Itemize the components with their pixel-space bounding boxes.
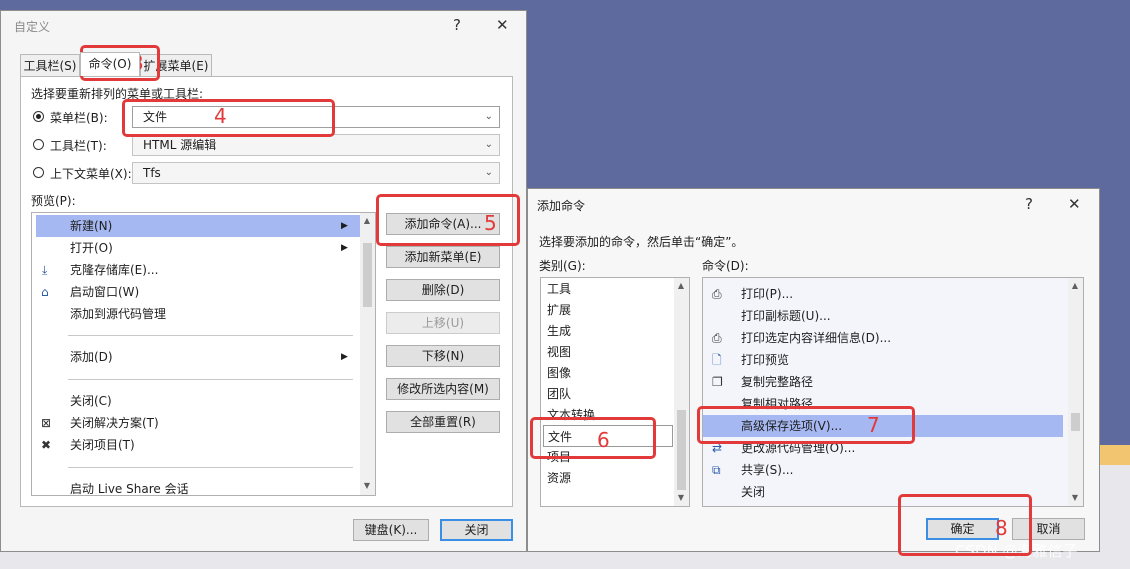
command-item-print-preview[interactable]: 🗋 打印预览 bbox=[703, 349, 1063, 371]
submenu-arrow-icon: ▶ bbox=[341, 243, 348, 253]
annotation-number-6: 6 bbox=[597, 428, 610, 452]
category-item[interactable]: 视图 bbox=[547, 341, 571, 363]
menu-separator bbox=[68, 467, 353, 468]
preview-scrollbar[interactable]: ▲ ▼ bbox=[360, 213, 375, 495]
move-down-button[interactable]: 下移(N) bbox=[386, 345, 500, 367]
clone-download-icon: ⤓ bbox=[42, 263, 48, 277]
command-item-copy-full-path[interactable]: ❐ 复制完整路径 bbox=[703, 371, 1063, 393]
menubar-radio[interactable] bbox=[33, 111, 44, 122]
context-menu-combo[interactable]: Tfs ⌄ bbox=[132, 162, 500, 184]
move-up-button[interactable]: 上移(U) bbox=[386, 312, 500, 334]
scroll-up-icon[interactable]: ▲ bbox=[362, 216, 372, 225]
chevron-down-icon: ⌄ bbox=[484, 139, 493, 150]
customize-dialog-title: 自定义 bbox=[14, 20, 51, 34]
annotation-number-8: 8 bbox=[995, 516, 1008, 540]
category-scrollbar[interactable]: ▲ ▼ bbox=[674, 278, 689, 506]
tab-toolbars[interactable]: 工具栏(S) bbox=[20, 54, 80, 76]
scroll-up-icon[interactable]: ▲ bbox=[676, 281, 686, 290]
toolbar-combo[interactable]: HTML 源编辑 ⌄ bbox=[132, 134, 500, 156]
submenu-arrow-icon: ▶ bbox=[341, 352, 348, 362]
category-item[interactable]: 图像 bbox=[547, 362, 571, 384]
preview-item-live-share[interactable]: 启动 Live Share 会话 bbox=[36, 478, 361, 495]
scrollbar-thumb[interactable] bbox=[677, 410, 686, 490]
preview-item-open[interactable]: 打开(O) ▶ bbox=[36, 237, 361, 259]
copy-path-icon: ❐ bbox=[712, 375, 723, 389]
preview-item-new[interactable]: 新建(N) ▶ bbox=[36, 215, 361, 237]
annotation-number-7: 7 bbox=[867, 413, 880, 437]
preview-item-close[interactable]: 关闭(C) bbox=[36, 390, 361, 412]
context-menu-label: 上下文菜单(X): bbox=[50, 167, 132, 181]
tab-commands[interactable]: 命令(O) bbox=[80, 52, 140, 76]
preview-item-add[interactable]: 添加(D) ▶ bbox=[36, 346, 361, 368]
delete-button[interactable]: 删除(D) bbox=[386, 279, 500, 301]
preview-item-close-project[interactable]: ✖ 关闭项目(T) bbox=[36, 434, 361, 456]
annotation-box-4 bbox=[122, 99, 335, 137]
chevron-down-icon: ⌄ bbox=[484, 167, 493, 178]
menu-separator bbox=[68, 335, 353, 336]
modify-selection-button[interactable]: 修改所选内容(M) bbox=[386, 378, 500, 400]
category-item[interactable]: 资源 bbox=[547, 467, 571, 489]
preview-item-add-source-control[interactable]: 添加到源代码管理 bbox=[36, 303, 361, 325]
scroll-up-icon[interactable]: ▲ bbox=[1070, 281, 1080, 290]
annotation-number-4: 4 bbox=[214, 104, 227, 128]
preview-label: 预览(P): bbox=[31, 194, 76, 208]
toolbar-combo-value: HTML 源编辑 bbox=[143, 138, 217, 152]
toolbar-label: 工具栏(T): bbox=[50, 139, 107, 153]
menubar-label: 菜单栏(B): bbox=[50, 111, 108, 125]
command-item-print-subtitle[interactable]: 打印副标题(U)... bbox=[703, 305, 1063, 327]
preview-item-close-solution[interactable]: ⊠ 关闭解决方案(T) bbox=[36, 412, 361, 434]
keyboard-button[interactable]: 键盘(K)... bbox=[353, 519, 429, 541]
command-label: 命令(D): bbox=[702, 259, 749, 273]
close-button[interactable]: 关闭 bbox=[440, 519, 513, 541]
command-item-print[interactable]: ⎙ 打印(P)... bbox=[703, 283, 1063, 305]
reset-all-button[interactable]: 全部重置(R) bbox=[386, 411, 500, 433]
category-list[interactable]: 工具 扩展 生成 视图 图像 团队 文本转换 文件 项目 资源 ▲ ▼ bbox=[540, 277, 690, 507]
close-solution-icon: ⊠ bbox=[41, 416, 52, 430]
add-new-menu-button[interactable]: 添加新菜单(E) bbox=[386, 246, 500, 268]
close-icon[interactable]: ✕ bbox=[496, 16, 509, 34]
print-details-icon: ⎙ bbox=[712, 331, 722, 345]
help-button[interactable]: ? bbox=[1025, 195, 1033, 213]
annotation-box-6 bbox=[530, 417, 656, 459]
toolbar-radio[interactable] bbox=[33, 139, 44, 150]
preview-list[interactable]: 新建(N) ▶ 打开(O) ▶ ⤓ 克隆存储库(E)... ⌂ 启动窗口(W) … bbox=[31, 212, 376, 496]
scroll-down-icon[interactable]: ▼ bbox=[676, 493, 686, 502]
menu-separator bbox=[68, 379, 353, 380]
context-menu-combo-value: Tfs bbox=[143, 166, 161, 180]
annotation-box-7 bbox=[697, 406, 915, 444]
scroll-down-icon[interactable]: ▼ bbox=[1070, 493, 1080, 502]
annotation-box-5 bbox=[376, 194, 520, 246]
close-project-icon: ✖ bbox=[41, 438, 52, 452]
help-button[interactable]: ? bbox=[453, 16, 461, 34]
category-item[interactable]: 团队 bbox=[547, 383, 571, 405]
command-scrollbar[interactable]: ▲ ▼ bbox=[1068, 278, 1083, 506]
category-item[interactable]: 生成 bbox=[547, 320, 571, 342]
add-command-dialog-title: 添加命令 bbox=[537, 199, 586, 213]
scrollbar-thumb[interactable] bbox=[363, 243, 372, 307]
command-list[interactable]: ⎙ 打印(P)... 打印副标题(U)... ⎙ 打印选定内容详细信息(D)..… bbox=[702, 277, 1084, 507]
close-icon[interactable]: ✕ bbox=[1068, 195, 1081, 213]
scroll-down-icon[interactable]: ▼ bbox=[362, 481, 372, 490]
category-label: 类别(G): bbox=[539, 259, 586, 273]
scrollbar-thumb[interactable] bbox=[1071, 413, 1080, 431]
start-window-icon: ⌂ bbox=[41, 285, 49, 299]
annotation-box-8 bbox=[898, 494, 1032, 556]
preview-item-clone[interactable]: ⤓ 克隆存储库(E)... bbox=[36, 259, 361, 281]
category-item[interactable]: 工具 bbox=[547, 278, 571, 300]
command-item-print-details[interactable]: ⎙ 打印选定内容详细信息(D)... bbox=[703, 327, 1063, 349]
chevron-down-icon: ⌄ bbox=[484, 111, 493, 122]
print-preview-icon: 🗋 bbox=[712, 353, 722, 367]
add-command-instruction: 选择要添加的命令，然后单击“确定”。 bbox=[539, 235, 744, 249]
annotation-number-5: 5 bbox=[484, 211, 497, 235]
category-item[interactable]: 扩展 bbox=[547, 299, 571, 321]
print-icon: ⎙ bbox=[712, 287, 722, 301]
share-icon: ⧉ bbox=[712, 463, 721, 477]
submenu-arrow-icon: ▶ bbox=[341, 221, 348, 231]
command-item-share[interactable]: ⧉ 共享(S)... bbox=[703, 459, 1063, 481]
preview-item-start-window[interactable]: ⌂ 启动窗口(W) bbox=[36, 281, 361, 303]
context-menu-radio[interactable] bbox=[33, 167, 44, 178]
